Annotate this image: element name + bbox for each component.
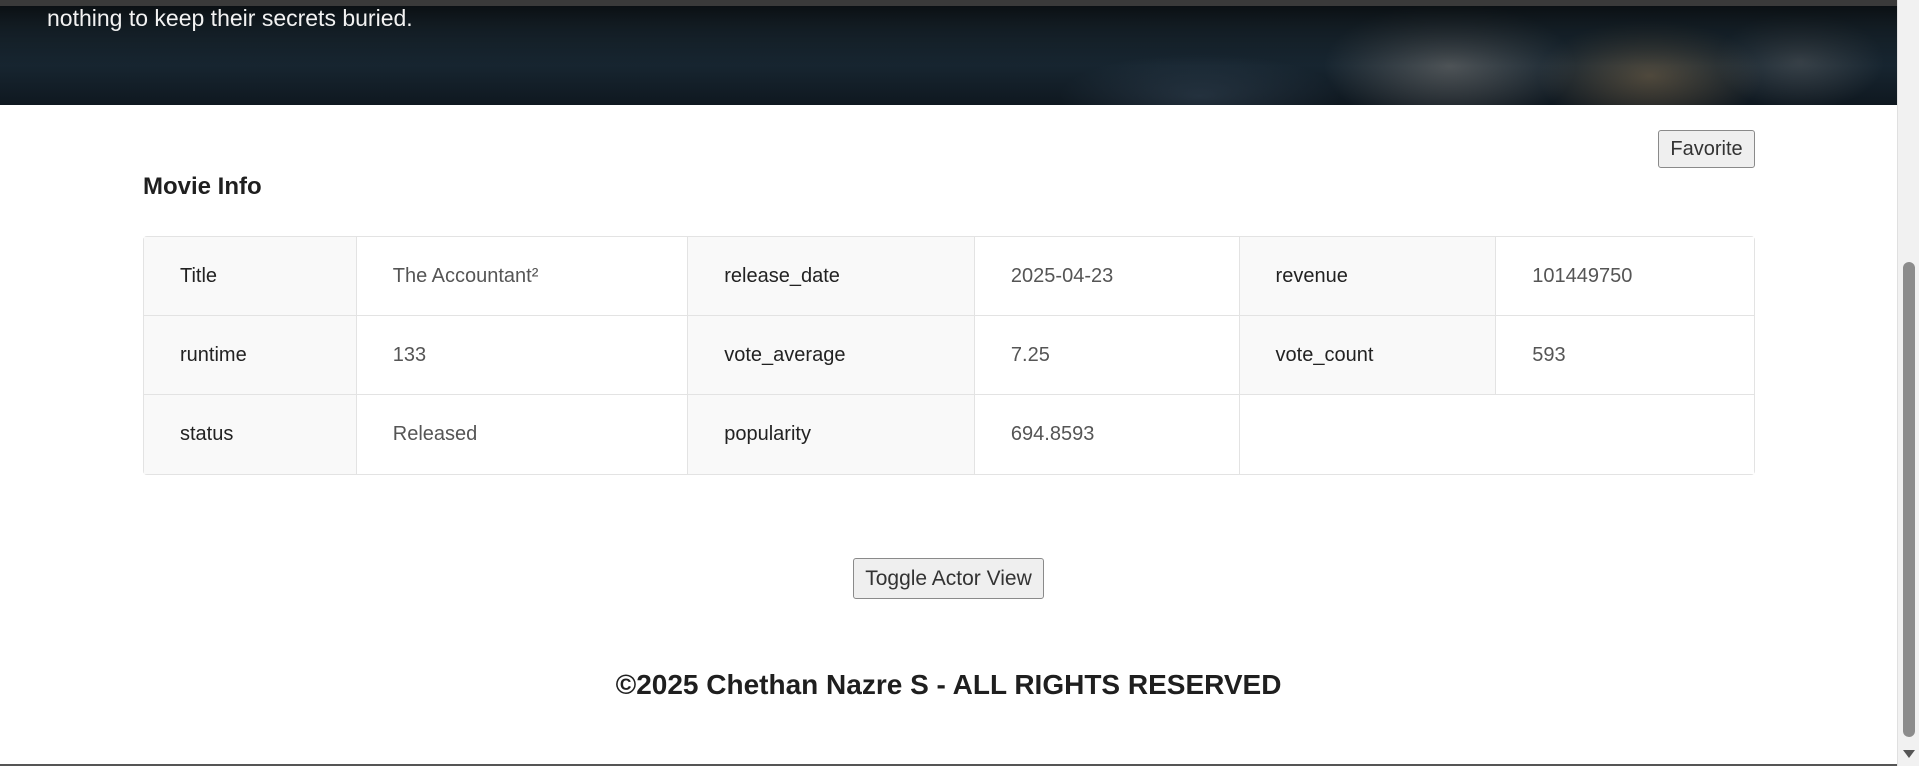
footer-copyright: ©2025 Chethan Nazre S - ALL RIGHTS RESER… — [615, 669, 1282, 700]
movie-info-table: Title The Accountant² release_date 2025-… — [143, 236, 1755, 475]
scroll-down-arrow-icon[interactable] — [1903, 750, 1915, 758]
movie-overview-text: nothing to keep their secrets buried. — [47, 6, 413, 31]
table-key-cell: popularity — [688, 395, 975, 474]
table-value-cell: Released — [356, 395, 689, 474]
table-key-cell: status — [144, 395, 357, 474]
page-scrollbar[interactable] — [1897, 0, 1919, 766]
table-key-cell: runtime — [144, 316, 357, 395]
table-value-cell: 7.25 — [974, 316, 1240, 395]
table-value-cell: 101449750 — [1496, 237, 1754, 316]
table-value-cell: 593 — [1496, 316, 1754, 395]
table-row: status Released popularity 694.8593 — [144, 395, 1754, 474]
table-key-cell: vote_count — [1239, 316, 1497, 395]
movie-backdrop-banner: nothing to keep their secrets buried. — [0, 6, 1897, 105]
table-row: runtime 133 vote_average 7.25 vote_count… — [144, 316, 1754, 395]
table-value-cell: 133 — [356, 316, 689, 395]
scrollbar-thumb[interactable] — [1903, 262, 1915, 737]
table-value-cell: 2025-04-23 — [974, 237, 1240, 316]
table-key-cell: vote_average — [688, 316, 975, 395]
favorite-button[interactable]: Favorite — [1658, 130, 1755, 168]
movie-info-heading: Movie Info — [143, 173, 262, 200]
table-key-cell: Title — [144, 237, 357, 316]
table-empty-cell — [1239, 395, 1754, 474]
toggle-actor-view-button[interactable]: Toggle Actor View — [853, 558, 1044, 599]
table-key-cell: release_date — [688, 237, 975, 316]
table-key-cell: revenue — [1239, 237, 1497, 316]
table-row: Title The Accountant² release_date 2025-… — [144, 237, 1754, 316]
table-value-cell: The Accountant² — [356, 237, 689, 316]
table-value-cell: 694.8593 — [974, 395, 1240, 474]
